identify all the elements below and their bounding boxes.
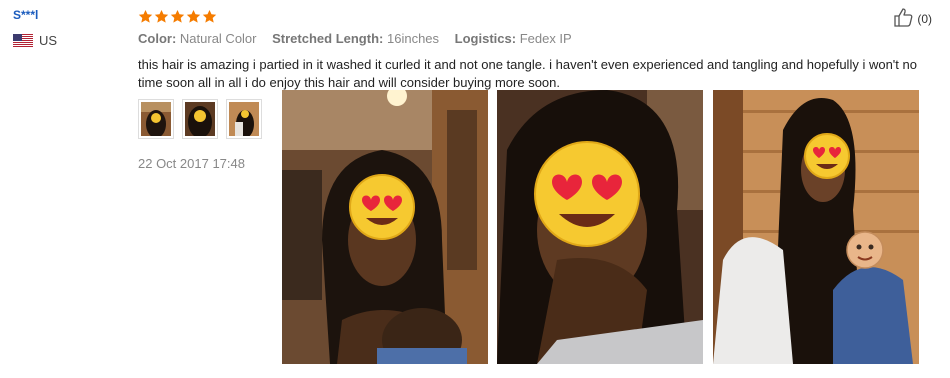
country-label: US <box>39 33 58 48</box>
review-text: this hair is amazing i partied in it was… <box>138 57 917 90</box>
star-icon <box>170 9 185 24</box>
star-icon <box>138 9 153 24</box>
reviewer-name: S***l <box>13 8 39 22</box>
review-photo[interactable] <box>713 90 919 364</box>
photo-thumbnail[interactable] <box>226 99 262 139</box>
star-icon <box>154 9 169 24</box>
attribute-color: Color: Natural Color <box>138 31 257 46</box>
star-icon <box>202 9 217 24</box>
attribute-length: Stretched Length: 16inches <box>272 31 440 46</box>
helpful-button[interactable]: (0) <box>893 7 932 30</box>
review-date: 22 Oct 2017 17:48 <box>138 156 245 171</box>
reviewer-info: S***l US <box>13 8 123 48</box>
purchase-attributes: Color: Natural Color Stretched Length: 1… <box>138 31 584 46</box>
photo-thumbnails <box>138 99 262 139</box>
helpful-count: (0) <box>917 11 932 26</box>
attribute-logistics: Logistics: Fedex IP <box>454 31 572 46</box>
thumbs-up-icon <box>893 7 917 30</box>
star-icon <box>186 9 201 24</box>
photo-thumbnail[interactable] <box>182 99 218 139</box>
review-photo[interactable] <box>282 90 488 364</box>
photo-thumbnail[interactable] <box>138 99 174 139</box>
review-photo[interactable] <box>497 90 703 364</box>
reviewer-country: US <box>13 33 123 48</box>
us-flag-icon <box>13 34 33 47</box>
star-rating <box>138 9 217 24</box>
